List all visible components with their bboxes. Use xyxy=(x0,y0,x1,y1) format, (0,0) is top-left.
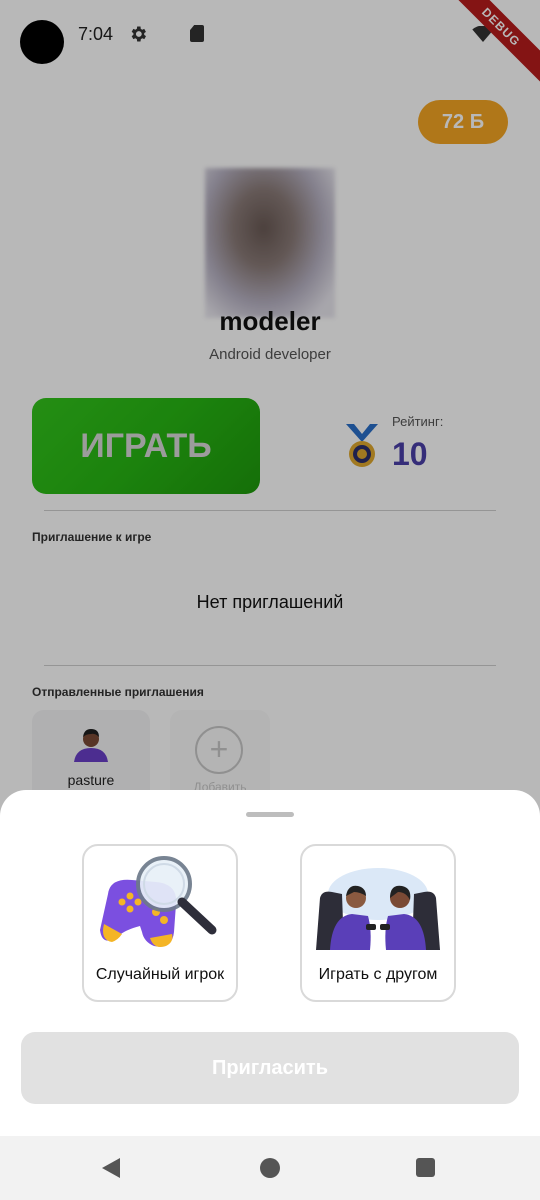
invite-button[interactable]: Пригласить xyxy=(21,1032,519,1104)
random-player-option[interactable]: Случайный игрок xyxy=(82,844,238,1002)
play-with-friend-option[interactable]: Играть с другом xyxy=(300,844,456,1002)
play-with-friend-label: Играть с другом xyxy=(318,966,438,983)
recent-apps-icon[interactable] xyxy=(416,1158,435,1177)
home-icon[interactable] xyxy=(260,1158,280,1178)
two-gamers-icon xyxy=(316,868,440,950)
sheet-drag-handle[interactable] xyxy=(246,812,294,817)
system-navigation-bar xyxy=(0,1136,540,1200)
back-icon[interactable] xyxy=(102,1158,120,1178)
random-player-label: Случайный игрок xyxy=(95,966,225,983)
invite-bottom-sheet: Случайный игрок Играть с другом Пригласи… xyxy=(0,790,540,1136)
gamepad-magnifier-icon xyxy=(100,856,217,947)
